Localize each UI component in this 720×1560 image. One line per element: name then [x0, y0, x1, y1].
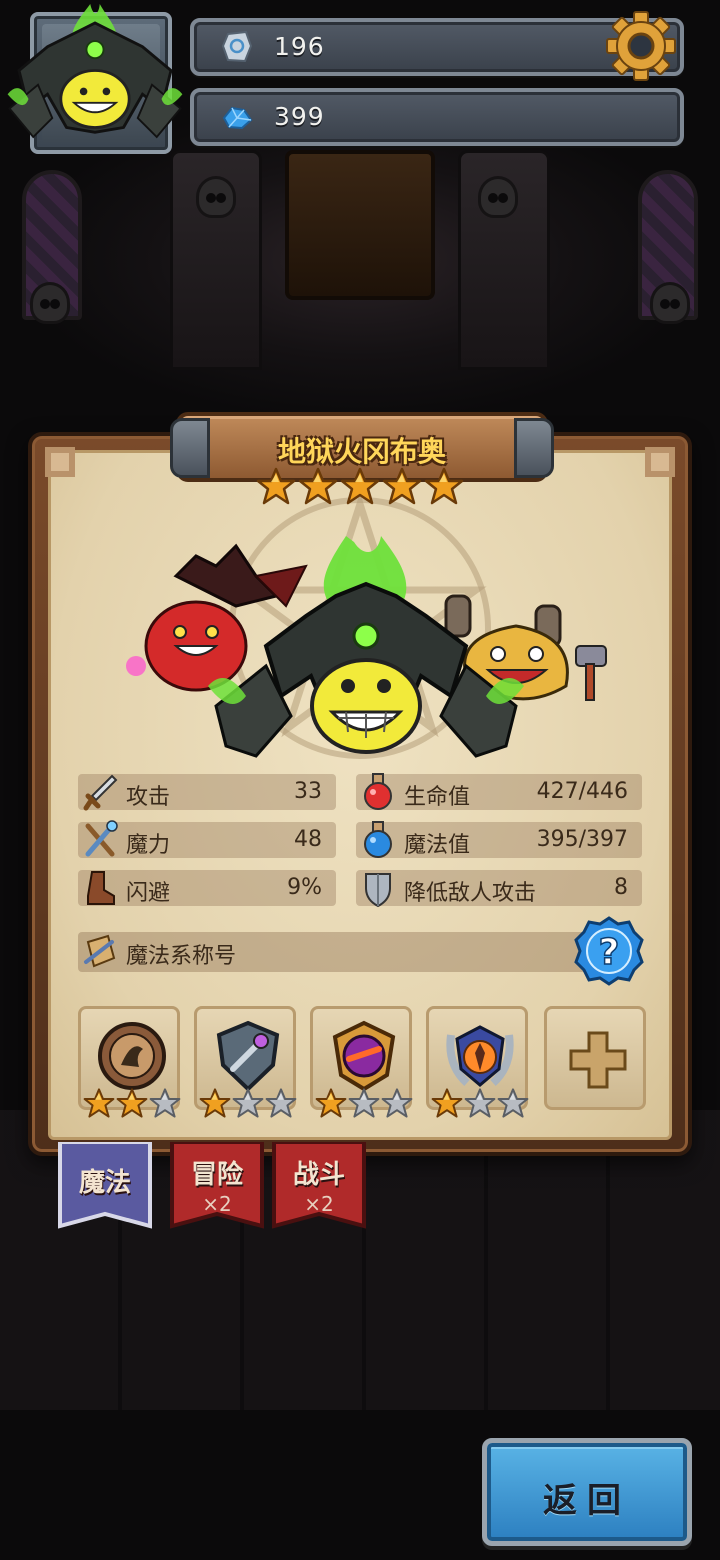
star-filled-icon: [298, 467, 338, 505]
star-empty-icon: [232, 1088, 264, 1118]
skill-stars: [83, 1087, 181, 1119]
star-empty-icon: [497, 1088, 529, 1118]
rune-count: 196: [274, 32, 325, 61]
stat-mp: 魔法值 395/397: [356, 821, 642, 858]
star-empty-icon: [464, 1088, 496, 1118]
stat-dodge: 闪避 9%: [78, 870, 336, 906]
help-question-icon[interactable]: ?: [572, 914, 646, 988]
hero-artwork: [126, 536, 607, 758]
skill-stars: [199, 1087, 297, 1119]
magic-title-row[interactable]: 魔法系称号: [78, 932, 588, 972]
skill-slot-1[interactable]: [78, 1006, 181, 1118]
blue-gem-icon: [222, 106, 253, 130]
stat-hp: 生命值 427/446: [356, 773, 642, 810]
dungeon-door: [285, 150, 435, 300]
skill-stars: [431, 1087, 529, 1119]
tab-adventure[interactable]: 冒险 ×2: [168, 1142, 266, 1234]
tab-battle[interactable]: 战斗 ×2: [270, 1142, 368, 1234]
skill-slot-4[interactable]: [426, 1006, 529, 1118]
star-filled-icon: [256, 467, 296, 505]
skull-icon: [650, 282, 690, 324]
star-empty-icon: [348, 1088, 380, 1118]
hero-rarity-stars: [256, 466, 468, 506]
gem-counter-bar: 399: [190, 88, 684, 146]
boot-icon: [87, 871, 115, 905]
tab-magic[interactable]: 魔法: [56, 1142, 154, 1234]
star-filled-icon: [340, 467, 380, 505]
crossed-wands-icon: [85, 820, 118, 857]
skull-icon: [196, 176, 236, 218]
star-empty-icon: [381, 1088, 413, 1118]
skill-emblem-icon: [216, 1020, 280, 1092]
stat-power: 魔力 48: [78, 820, 336, 858]
back-button[interactable]: 返回: [482, 1438, 692, 1546]
shield-icon: [365, 873, 391, 908]
skill-stars: [315, 1087, 413, 1119]
svg-text:?: ?: [599, 932, 620, 973]
sword-icon: [83, 774, 118, 811]
skill-emblem-icon: [98, 1022, 166, 1090]
skull-icon: [478, 176, 518, 218]
star-filled-icon: [424, 467, 464, 505]
gem-count: 399: [274, 102, 325, 131]
magic-scroll-icon: [84, 934, 116, 968]
star-filled-icon: [315, 1088, 347, 1118]
settings-gear-icon[interactable]: [605, 10, 677, 82]
hero-name: 地狱火冈布奥: [277, 435, 446, 468]
stat-armor: 降低敌人攻击 8: [356, 870, 642, 908]
star-empty-icon: [265, 1088, 297, 1118]
skill-emblem-icon: [446, 1025, 514, 1087]
star-filled-icon: [116, 1088, 148, 1118]
skill-slot-2[interactable]: [194, 1006, 297, 1118]
star-filled-icon: [431, 1088, 463, 1118]
star-filled-icon: [199, 1088, 231, 1118]
skull-icon: [30, 282, 70, 324]
plus-icon: [569, 1031, 627, 1089]
skill-slot-3[interactable]: [310, 1006, 413, 1118]
star-filled-icon: [382, 467, 422, 505]
star-filled-icon: [83, 1088, 115, 1118]
red-potion-icon: [364, 773, 392, 810]
hero-avatar-icon: [7, 4, 183, 139]
blue-potion-icon: [364, 821, 392, 858]
rune-stone-icon: [221, 30, 253, 63]
add-skill-slot[interactable]: [544, 1006, 646, 1110]
skill-emblem-icon: [332, 1020, 396, 1092]
stat-attack: 攻击 33: [78, 774, 336, 811]
star-empty-icon: [149, 1088, 181, 1118]
